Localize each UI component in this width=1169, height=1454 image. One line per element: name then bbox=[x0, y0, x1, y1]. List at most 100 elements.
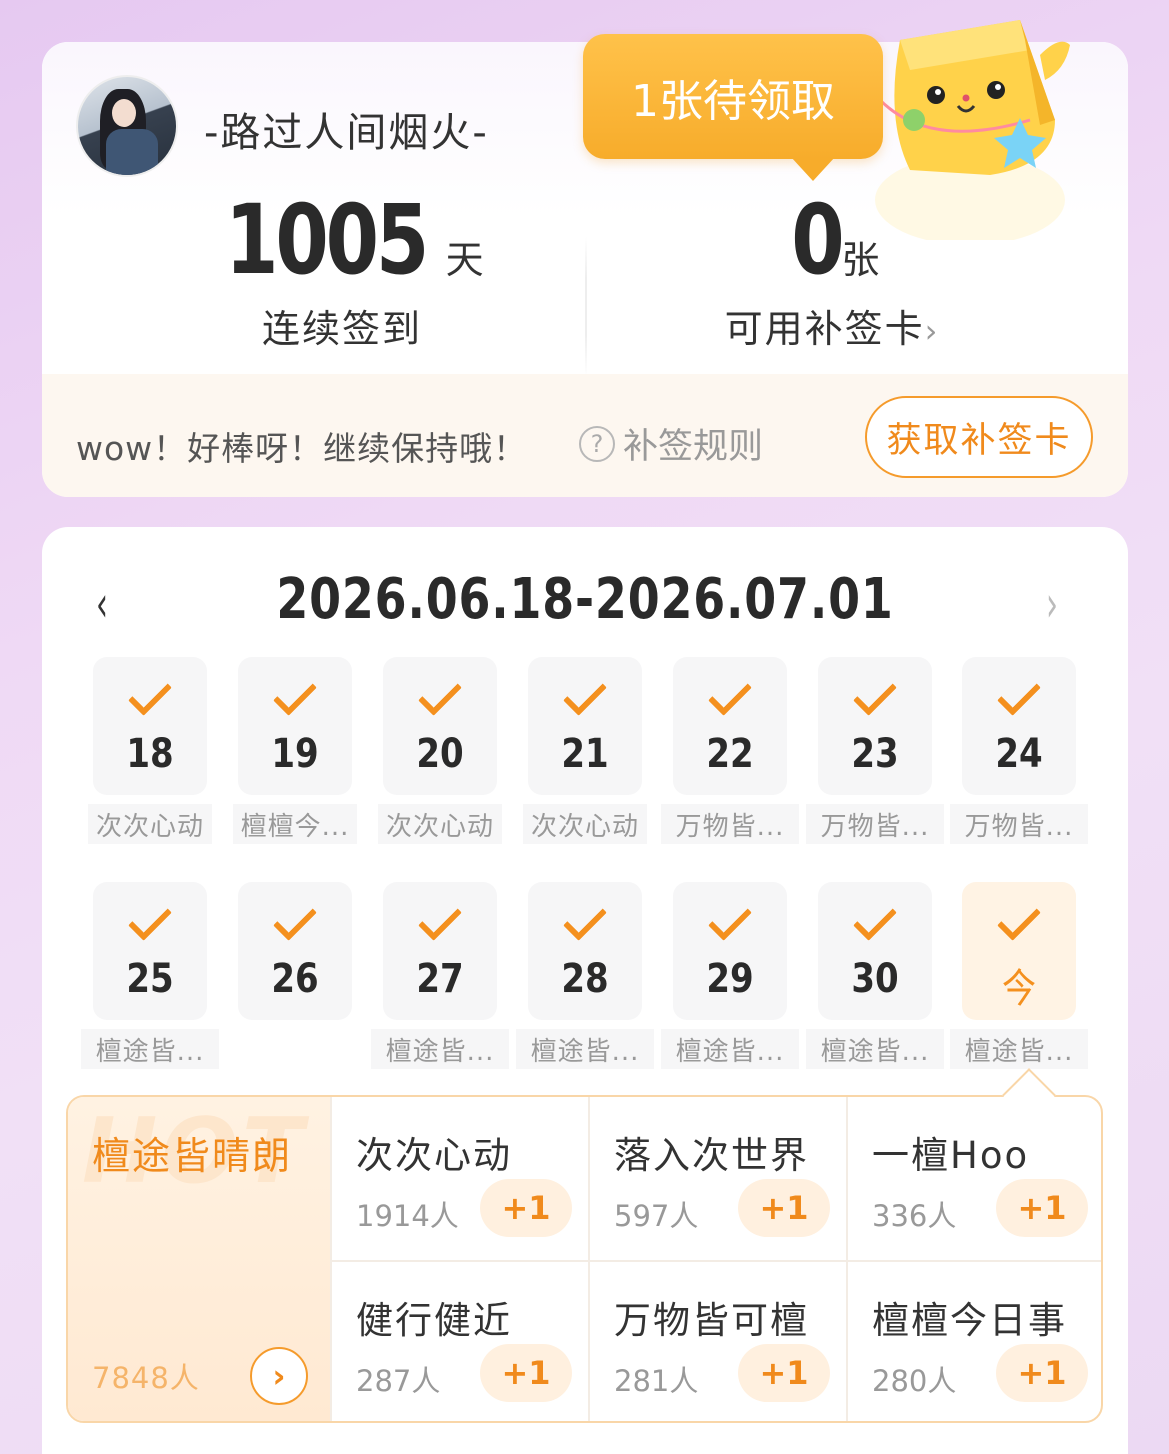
day-box: 22 bbox=[673, 657, 787, 795]
day-number: 20 bbox=[416, 731, 464, 777]
day-number: 22 bbox=[706, 731, 754, 777]
plus-one-button[interactable]: +1 bbox=[480, 1179, 572, 1237]
topic-count: 280人 bbox=[872, 1364, 957, 1398]
chevron-right-icon: › bbox=[924, 312, 940, 350]
day-number: 29 bbox=[706, 956, 754, 1002]
calendar-day[interactable]: 28 檀途皆... bbox=[516, 882, 654, 1069]
calendar-range: 2026.06.18-2026.07.01 bbox=[276, 567, 894, 632]
topic-name: 一檀Hoo bbox=[872, 1134, 1030, 1177]
topic-count: 287人 bbox=[356, 1364, 441, 1398]
topic-cell[interactable]: 次次心动 1914人 +1 bbox=[330, 1097, 588, 1260]
day-box: 25 bbox=[93, 882, 207, 1020]
plus-one-button[interactable]: +1 bbox=[996, 1344, 1088, 1402]
day-topic-tag: 檀途皆... bbox=[806, 1029, 944, 1069]
cards-unit: 张 bbox=[841, 238, 880, 282]
topic-cell[interactable]: 健行健近 287人 +1 bbox=[330, 1260, 588, 1421]
day-topic-tag: 檀途皆... bbox=[371, 1029, 509, 1069]
check-icon bbox=[708, 897, 752, 941]
day-number: 25 bbox=[126, 956, 174, 1002]
streak-value: 1005 bbox=[225, 184, 430, 296]
chevron-right-icon[interactable]: › bbox=[250, 1347, 308, 1405]
calendar-day[interactable]: 21 次次心动 bbox=[523, 657, 647, 844]
topic-name: 万物皆可檀 bbox=[614, 1299, 809, 1342]
day-box: 23 bbox=[818, 657, 932, 795]
avatar[interactable] bbox=[76, 75, 178, 177]
chevron-right-icon[interactable]: › bbox=[1046, 575, 1058, 633]
plus-one-button[interactable]: +1 bbox=[996, 1179, 1088, 1237]
topic-cell[interactable]: 檀檀今日事 280人 +1 bbox=[846, 1260, 1101, 1421]
calendar-day[interactable]: 24 万物皆... bbox=[950, 657, 1088, 844]
rules-label: 补签规则 bbox=[623, 427, 764, 467]
topic-panel: HOT 檀途皆晴朗 7848人 › 次次心动 1914人 +1 落入次世界 59… bbox=[66, 1095, 1103, 1423]
day-number: 18 bbox=[126, 731, 174, 777]
day-box: 18 bbox=[93, 657, 207, 795]
topic-name: 健行健近 bbox=[356, 1299, 512, 1342]
topic-count: 281人 bbox=[614, 1364, 699, 1398]
check-icon bbox=[128, 672, 172, 716]
check-icon bbox=[708, 672, 752, 716]
day-number: 30 bbox=[851, 956, 899, 1002]
check-icon bbox=[853, 672, 897, 716]
chevron-left-icon[interactable]: ‹ bbox=[96, 575, 108, 633]
encourage-text: wow！好棒呀！继续保持哦！ bbox=[76, 429, 528, 468]
day-box: 26 bbox=[238, 882, 352, 1020]
calendar-day[interactable]: 29 檀途皆... bbox=[661, 882, 799, 1069]
day-number: 27 bbox=[416, 956, 464, 1002]
topic-count: 597人 bbox=[614, 1199, 699, 1233]
rules-link[interactable]: ? 补签规则 bbox=[579, 418, 763, 469]
day-box: 20 bbox=[383, 657, 497, 795]
calendar-day[interactable]: 22 万物皆... bbox=[661, 657, 799, 844]
check-icon bbox=[273, 897, 317, 941]
cards-value: 0 bbox=[790, 184, 844, 296]
calendar-day[interactable]: 27 檀途皆... bbox=[371, 882, 509, 1069]
topic-name: 次次心动 bbox=[356, 1134, 512, 1177]
day-box: 30 bbox=[818, 882, 932, 1020]
day-number: 28 bbox=[561, 956, 609, 1002]
topic-cell[interactable]: 万物皆可檀 281人 +1 bbox=[588, 1260, 846, 1421]
hot-topic-name: 檀途皆晴朗 bbox=[92, 1134, 293, 1178]
day-box: 19 bbox=[238, 657, 352, 795]
topic-cell[interactable]: 落入次世界 597人 +1 bbox=[588, 1097, 846, 1260]
pending-card-tooltip[interactable]: 1张待领取 bbox=[583, 34, 883, 181]
day-topic-tag bbox=[233, 1029, 357, 1069]
day-topic-tag: 檀途皆... bbox=[81, 1029, 219, 1069]
question-icon: ? bbox=[579, 425, 615, 462]
encourage-strip: wow！好棒呀！继续保持哦！ ? 补签规则 获取补签卡 bbox=[42, 374, 1128, 497]
topic-count: 336人 bbox=[872, 1199, 957, 1233]
plus-one-button[interactable]: +1 bbox=[480, 1344, 572, 1402]
hot-topic[interactable]: HOT 檀途皆晴朗 7848人 › bbox=[68, 1097, 330, 1421]
day-topic-tag: 檀途皆... bbox=[950, 1029, 1088, 1069]
topic-cell[interactable]: 一檀Hoo 336人 +1 bbox=[846, 1097, 1101, 1260]
get-makeup-card-button[interactable]: 获取补签卡 bbox=[865, 396, 1093, 478]
calendar-day[interactable]: 19 檀檀今... bbox=[233, 657, 357, 844]
avatar-coat bbox=[106, 129, 158, 175]
plus-one-button[interactable]: +1 bbox=[738, 1344, 830, 1402]
streak-label: 连续签到 bbox=[261, 307, 422, 351]
stat-divider bbox=[585, 237, 587, 377]
calendar-day[interactable]: 30 檀途皆... bbox=[806, 882, 944, 1069]
calendar-day[interactable]: 20 次次心动 bbox=[378, 657, 502, 844]
day-topic-tag: 次次心动 bbox=[378, 804, 502, 844]
check-icon bbox=[997, 672, 1041, 716]
topic-count: 1914人 bbox=[356, 1199, 459, 1233]
day-topic-tag: 次次心动 bbox=[88, 804, 212, 844]
calendar-header: ‹ 2026.06.18-2026.07.01 › bbox=[42, 567, 1128, 637]
check-icon bbox=[273, 672, 317, 716]
check-icon bbox=[418, 672, 462, 716]
cards-label[interactable]: 可用补签卡› bbox=[682, 298, 982, 353]
day-number: 24 bbox=[995, 731, 1043, 777]
topic-name: 檀檀今日事 bbox=[872, 1299, 1067, 1342]
calendar-day-today[interactable]: 今 檀途皆... bbox=[950, 882, 1088, 1069]
avatar-face bbox=[112, 99, 136, 127]
check-icon bbox=[853, 897, 897, 941]
calendar-day[interactable]: 25 檀途皆... bbox=[81, 882, 219, 1069]
cards-label-text: 可用补签卡 bbox=[724, 307, 925, 351]
day-box: 27 bbox=[383, 882, 497, 1020]
day-number: 26 bbox=[271, 956, 319, 1002]
calendar-day[interactable]: 26 bbox=[238, 882, 352, 1020]
calendar-day[interactable]: 18 次次心动 bbox=[88, 657, 212, 844]
mascot-illustration bbox=[875, 20, 1070, 240]
calendar-day[interactable]: 23 万物皆... bbox=[806, 657, 944, 844]
plus-one-button[interactable]: +1 bbox=[738, 1179, 830, 1237]
check-icon bbox=[128, 897, 172, 941]
